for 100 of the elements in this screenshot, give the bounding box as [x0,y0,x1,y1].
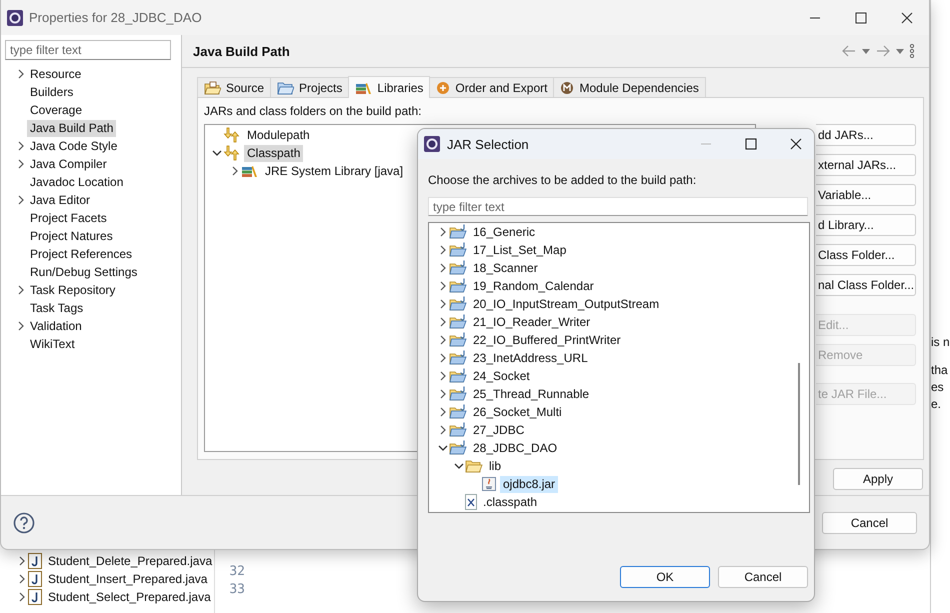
help-icon[interactable] [13,512,35,534]
tab[interactable]: Projects [270,77,350,97]
sidebar-item[interactable]: Java Code Style [27,138,120,154]
tree-item[interactable]: ojdbc8.jar [500,476,558,492]
sidebar-item[interactable]: Task Tags [27,300,86,316]
sidebar-item[interactable]: Java Editor [27,192,94,208]
tree-item[interactable]: 25_Thread_Runnable [470,386,592,402]
tree-item[interactable]: 19_Random_Calendar [470,278,597,294]
chevron-icon[interactable] [438,335,448,345]
folder-icon [449,260,467,276]
tree-item[interactable]: Modulepath [244,126,313,144]
sidebar-item[interactable]: Java Build Path [27,120,116,136]
j-file-icon [28,553,42,569]
tree-item[interactable]: 26_Socket_Multi [470,404,565,420]
tree-item[interactable]: 28_JDBC_DAO [470,440,560,456]
sidebar-item[interactable]: Project References [27,246,136,262]
plus-circle-icon [436,80,450,94]
tree-item[interactable]: JRE System Library [java] [262,162,406,180]
tree-item[interactable]: 20_IO_InputStream_OutputStream [470,296,662,312]
side-button[interactable]: Variable... [816,184,916,206]
line-number: 33 [228,581,246,599]
file-tree-item[interactable]: Student_Insert_Prepared.java [45,570,210,588]
apply-button[interactable]: Apply [833,468,923,490]
maximize-icon[interactable] [745,138,757,150]
filter-field[interactable]: type filter text [428,197,808,216]
chevron-icon[interactable] [16,195,26,205]
cancel-button[interactable]: Cancel [822,512,917,534]
sidebar-item[interactable]: Validation [27,318,85,334]
cancel-button[interactable]: Cancel [718,566,808,588]
caret-icon[interactable] [896,48,904,54]
tree-item[interactable]: 16_Generic [470,224,538,240]
tree-item[interactable]: .classpath [480,494,540,510]
chevron-icon[interactable] [438,425,448,435]
chevron-icon[interactable] [16,159,26,169]
folder-icon [449,278,467,294]
tree-item[interactable]: 21_IO_Reader_Writer [470,314,594,330]
close-icon[interactable] [790,138,802,150]
tab[interactable]: Order and Export [429,77,554,97]
close-icon[interactable] [901,12,913,24]
chevron-icon[interactable] [454,461,464,471]
sidebar-item[interactable]: Run/Debug Settings [27,264,140,280]
chevron-icon[interactable] [438,443,448,453]
chevron-icon[interactable] [16,321,26,331]
chevron-icon[interactable] [438,317,448,327]
tree-item[interactable]: 22_IO_Buffered_PrintWriter [470,332,624,348]
sidebar-item[interactable]: Resource [27,66,84,82]
file-tree-item[interactable]: Student_Select_Prepared.java [45,588,214,606]
sidebar-item[interactable]: Task Repository [27,282,118,298]
chevron-icon[interactable] [438,371,448,381]
chevron-icon[interactable] [438,353,448,363]
chevron-icon[interactable] [16,285,26,295]
chevron-icon[interactable] [438,299,448,309]
ok-button[interactable]: OK [620,566,710,588]
sidebar-item[interactable]: Coverage [27,102,86,118]
chevron-icon[interactable] [438,227,448,237]
chevron-icon[interactable] [16,69,26,79]
tree-item[interactable]: 17_List_Set_Map [470,242,570,258]
chevron-icon[interactable] [438,281,448,291]
folder-icon [277,80,294,94]
folder-icon [449,440,467,456]
folder-icon [449,368,467,384]
tab[interactable]: Module Dependencies [553,77,706,97]
chevron-icon[interactable] [212,148,222,158]
chevron-icon[interactable] [17,592,27,602]
side-button[interactable]: d Library... [816,214,916,236]
chevron-icon[interactable] [17,556,27,566]
sidebar-item[interactable]: Project Natures [27,228,116,244]
tree-item[interactable]: 24_Socket [470,368,533,384]
window-title: Properties for 28_JDBC_DAO [29,10,202,25]
tree-item[interactable]: 23_InetAddress_URL [470,350,591,366]
side-button[interactable]: xternal JARs... [816,154,916,176]
arrows-icon [223,127,241,143]
sidebar-item[interactable]: Project Facets [27,210,110,226]
tree-item[interactable]: lib [486,458,504,474]
maximize-icon[interactable] [855,12,867,24]
sidebar-item[interactable]: Builders [27,84,76,100]
chevron-icon[interactable] [438,245,448,255]
scrollbar-thumb[interactable] [798,363,800,485]
chevron-icon[interactable] [438,407,448,417]
chevron-icon[interactable] [16,141,26,151]
chevron-icon[interactable] [17,574,27,584]
tree-item[interactable]: 18_Scanner [470,260,541,276]
folder-icon [204,80,221,94]
tab[interactable]: Libraries [348,76,430,98]
side-button[interactable]: dd JARs... [816,124,916,146]
side-button[interactable]: nal Class Folder... [816,274,916,296]
sidebar-item[interactable]: Javadoc Location [27,174,126,190]
sidebar-item[interactable]: WikiText [27,336,78,352]
chevron-icon[interactable] [230,166,240,176]
chevron-icon[interactable] [438,263,448,273]
chevron-icon[interactable] [438,389,448,399]
filter-field[interactable]: type filter text [5,40,171,60]
tree-item[interactable]: Classpath [244,144,304,162]
more-icon[interactable] [909,44,915,58]
tab[interactable]: Source [197,77,272,97]
side-button[interactable]: Class Folder... [816,244,916,266]
file-tree-item[interactable]: Student_Delete_Prepared.java [45,552,216,570]
sidebar-item[interactable]: Java Compiler [27,156,110,172]
tree-item[interactable]: 27_JDBC [470,422,528,438]
caret-icon[interactable] [862,48,870,54]
